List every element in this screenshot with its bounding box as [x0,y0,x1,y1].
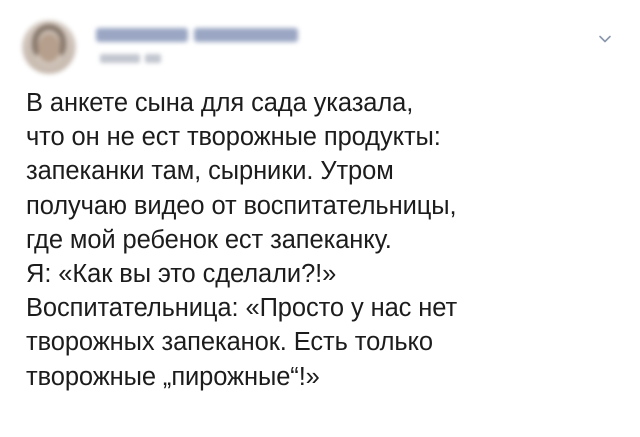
tweet-text-line: запеканки там, сырники. Утром [26,157,394,186]
tweet-card: В анкете сына для сада указала, что он н… [0,0,640,437]
tweet-text: В анкете сына для сада указала, что он н… [26,86,626,394]
tweet-text-line: творожные „пирожные“!» [26,362,320,391]
tweet-text-line: творожных запеканок. Есть только [26,328,433,357]
tweet-text-line: Я: «Как вы это сделали?!» [26,260,337,289]
tweet-text-line: В анкете сына для сада указала, [26,89,414,117]
author-name-blurred[interactable] [96,28,298,44]
tweet-text-line: получаю видео от воспитательницы, [26,191,457,220]
tweet-text-line: Воспитательница: «Просто у нас нет [26,294,458,323]
chevron-down-icon[interactable] [598,32,612,46]
author-handle-blurred[interactable] [100,54,161,63]
tweet-text-line: где мой ребенок ест запеканку. [26,225,392,254]
tweet-text-line: что он не ест творожные продукты: [26,123,441,152]
avatar[interactable] [22,20,76,74]
